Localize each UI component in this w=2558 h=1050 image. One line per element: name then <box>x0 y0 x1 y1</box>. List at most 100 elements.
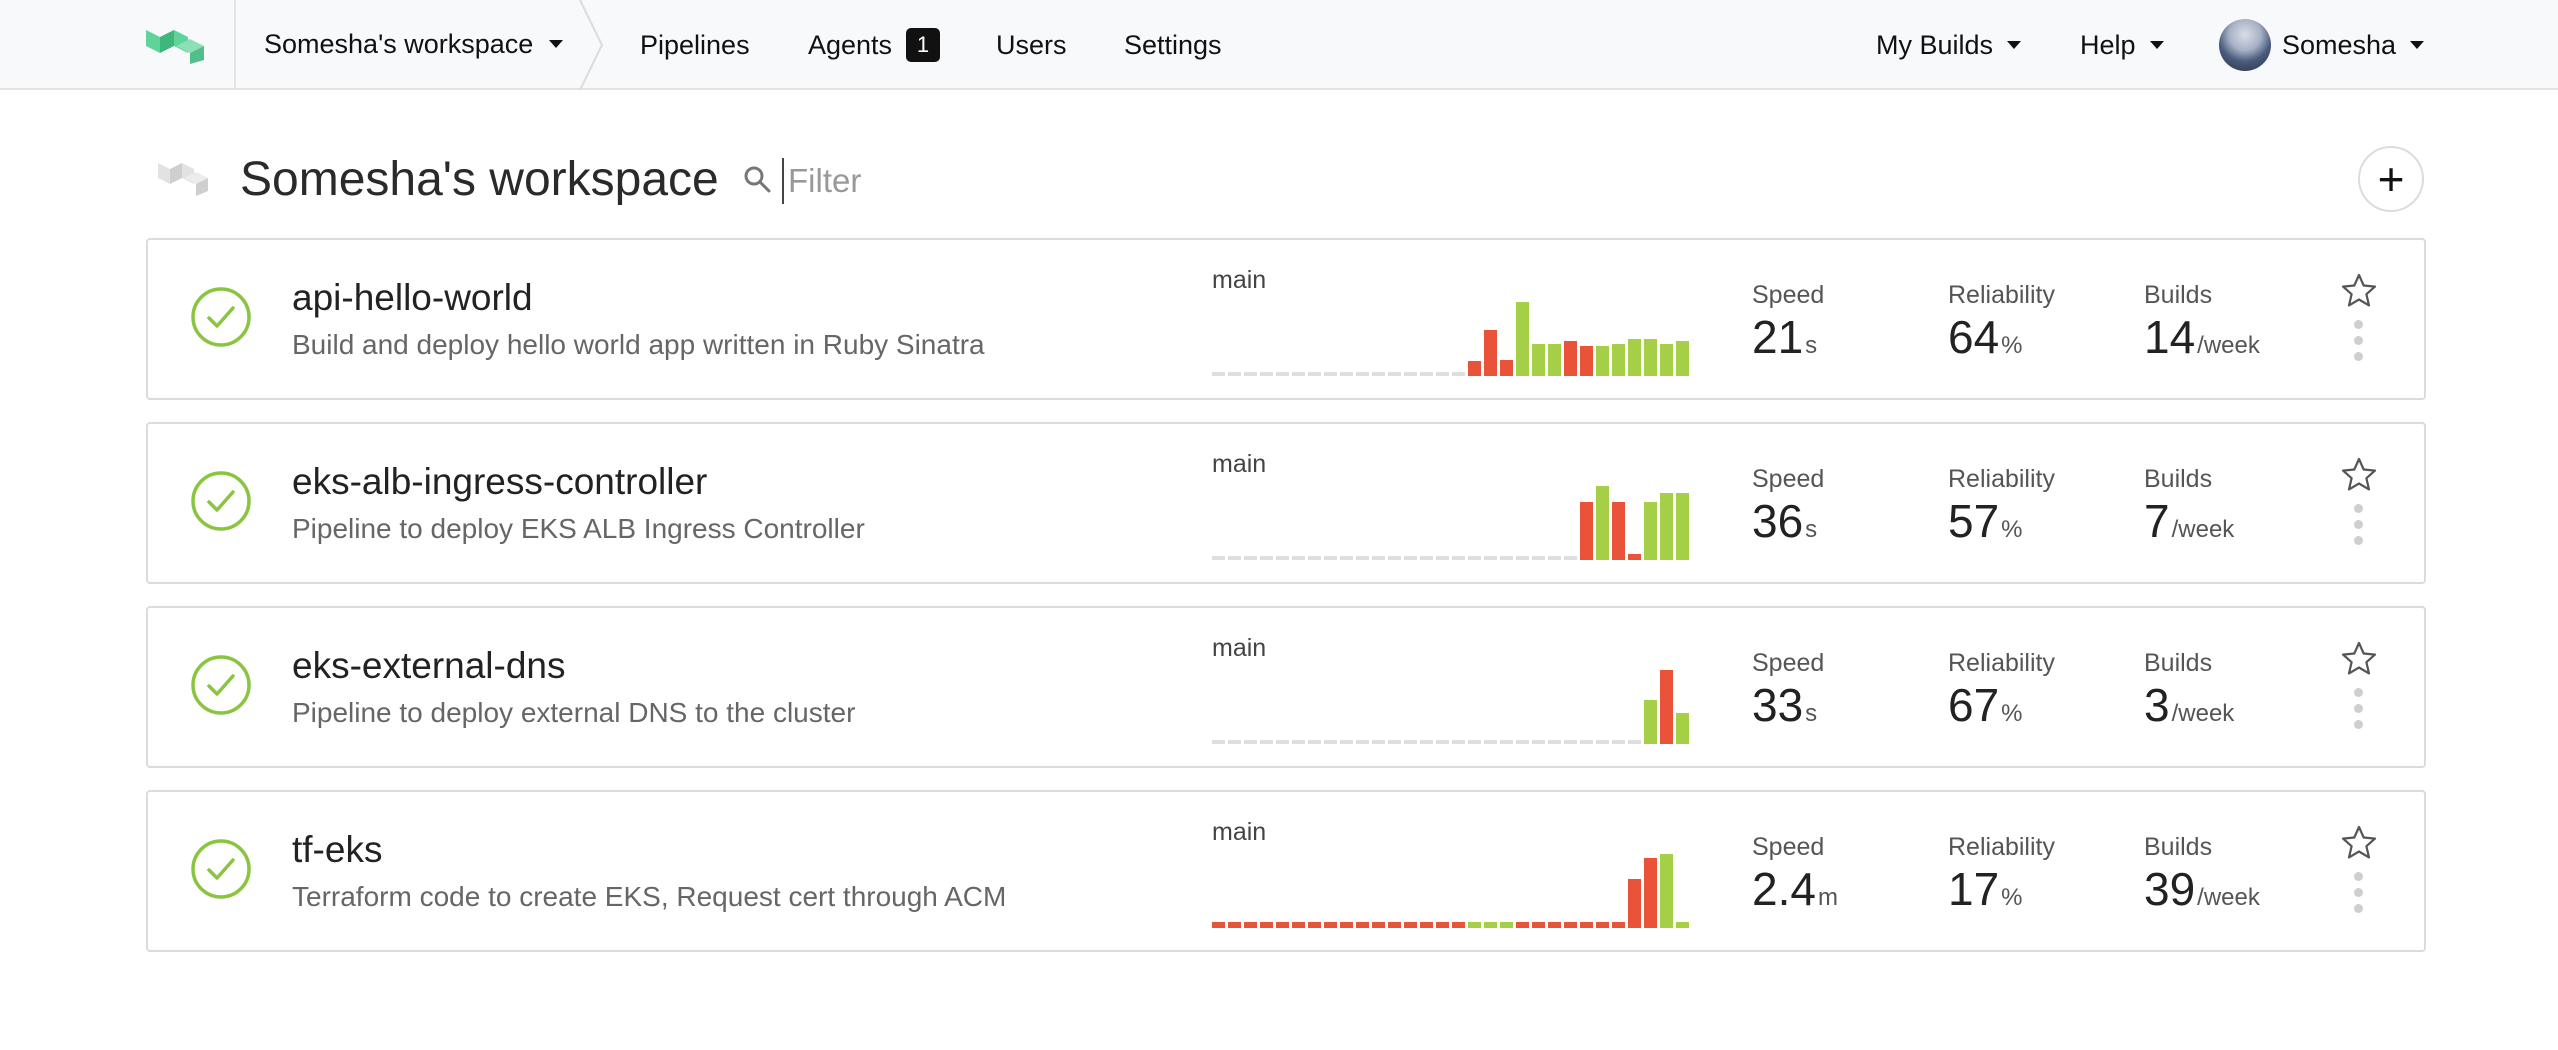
build-bar-empty[interactable] <box>1564 556 1577 560</box>
build-bar-empty[interactable] <box>1260 740 1273 744</box>
build-bar-failed[interactable] <box>1548 922 1561 928</box>
more-options-icon[interactable] <box>2350 872 2366 918</box>
build-bar-empty[interactable] <box>1612 740 1625 744</box>
build-bar-empty[interactable] <box>1340 372 1353 376</box>
build-bar-empty[interactable] <box>1388 372 1401 376</box>
build-bar-passed[interactable] <box>1660 344 1673 376</box>
build-bar-empty[interactable] <box>1468 740 1481 744</box>
build-bar-empty[interactable] <box>1484 740 1497 744</box>
build-bar-failed[interactable] <box>1564 341 1577 376</box>
build-bar-passed[interactable] <box>1612 344 1625 376</box>
build-bar-empty[interactable] <box>1212 556 1225 560</box>
build-bar-failed[interactable] <box>1532 922 1545 928</box>
build-bar-empty[interactable] <box>1324 740 1337 744</box>
pipeline-name[interactable]: api-hello-world <box>292 276 533 320</box>
user-menu[interactable]: Somesha <box>2282 28 2425 62</box>
build-bar-empty[interactable] <box>1388 740 1401 744</box>
build-bar-failed[interactable] <box>1212 922 1225 928</box>
build-bar-empty[interactable] <box>1388 556 1401 560</box>
help-menu[interactable]: Help <box>2080 28 2164 62</box>
build-bar-empty[interactable] <box>1548 740 1561 744</box>
build-bar-failed[interactable] <box>1356 922 1369 928</box>
build-history-graph[interactable] <box>1212 662 1692 746</box>
build-bar-empty[interactable] <box>1404 740 1417 744</box>
build-bar-failed[interactable] <box>1644 858 1657 928</box>
build-bar-empty[interactable] <box>1580 740 1593 744</box>
more-options-icon[interactable] <box>2350 320 2366 366</box>
build-bar-failed[interactable] <box>1516 922 1529 928</box>
filter-input[interactable] <box>782 158 1290 204</box>
build-history-graph[interactable] <box>1212 846 1692 930</box>
build-bar-empty[interactable] <box>1276 556 1289 560</box>
build-bar-failed[interactable] <box>1244 922 1257 928</box>
build-bar-empty[interactable] <box>1324 556 1337 560</box>
build-bar-passed[interactable] <box>1500 922 1513 928</box>
build-bar-empty[interactable] <box>1292 556 1305 560</box>
build-bar-empty[interactable] <box>1356 372 1369 376</box>
build-bar-empty[interactable] <box>1228 740 1241 744</box>
build-bar-empty[interactable] <box>1372 740 1385 744</box>
build-bar-empty[interactable] <box>1292 372 1305 376</box>
build-bar-failed[interactable] <box>1628 879 1641 928</box>
build-bar-passed[interactable] <box>1532 344 1545 376</box>
build-bar-empty[interactable] <box>1244 740 1257 744</box>
build-bar-failed[interactable] <box>1372 922 1385 928</box>
build-bar-empty[interactable] <box>1628 740 1641 744</box>
build-bar-empty[interactable] <box>1308 372 1321 376</box>
star-icon[interactable] <box>2340 272 2378 310</box>
star-icon[interactable] <box>2340 456 2378 494</box>
pipeline-name[interactable]: tf-eks <box>292 828 382 872</box>
build-bar-passed[interactable] <box>1660 854 1673 928</box>
build-bar-empty[interactable] <box>1324 372 1337 376</box>
nav-users[interactable]: Users <box>996 28 1067 62</box>
pipeline-card[interactable]: api-hello-world Build and deploy hello w… <box>146 238 2426 400</box>
build-bar-empty[interactable] <box>1436 740 1449 744</box>
build-bar-failed[interactable] <box>1580 502 1593 560</box>
build-bar-empty[interactable] <box>1468 556 1481 560</box>
build-history-graph[interactable] <box>1212 294 1692 378</box>
build-bar-failed[interactable] <box>1388 922 1401 928</box>
build-bar-empty[interactable] <box>1548 556 1561 560</box>
build-bar-empty[interactable] <box>1484 556 1497 560</box>
build-bar-failed[interactable] <box>1260 922 1273 928</box>
build-bar-empty[interactable] <box>1212 372 1225 376</box>
build-history-graph[interactable] <box>1212 478 1692 562</box>
build-bar-failed[interactable] <box>1596 922 1609 928</box>
build-bar-empty[interactable] <box>1244 556 1257 560</box>
build-bar-passed[interactable] <box>1516 302 1529 376</box>
build-bar-empty[interactable] <box>1372 556 1385 560</box>
build-bar-failed[interactable] <box>1228 922 1241 928</box>
build-bar-failed[interactable] <box>1612 502 1625 560</box>
build-bar-empty[interactable] <box>1532 740 1545 744</box>
build-bar-empty[interactable] <box>1340 556 1353 560</box>
more-options-icon[interactable] <box>2350 504 2366 550</box>
build-bar-failed[interactable] <box>1564 922 1577 928</box>
build-bar-empty[interactable] <box>1212 740 1225 744</box>
build-bar-failed[interactable] <box>1628 554 1641 560</box>
nav-settings[interactable]: Settings <box>1124 28 1222 62</box>
build-bar-passed[interactable] <box>1644 339 1657 376</box>
build-bar-passed[interactable] <box>1660 493 1673 560</box>
build-bar-empty[interactable] <box>1356 556 1369 560</box>
pipeline-card[interactable]: eks-alb-ingress-controller Pipeline to d… <box>146 422 2426 584</box>
build-bar-passed[interactable] <box>1548 344 1561 376</box>
build-bar-passed[interactable] <box>1676 713 1689 744</box>
build-bar-failed[interactable] <box>1436 922 1449 928</box>
pipeline-card[interactable]: tf-eks Terraform code to create EKS, Req… <box>146 790 2426 952</box>
build-bar-empty[interactable] <box>1356 740 1369 744</box>
build-bar-empty[interactable] <box>1308 556 1321 560</box>
star-icon[interactable] <box>2340 824 2378 862</box>
build-bar-failed[interactable] <box>1404 922 1417 928</box>
build-bar-failed[interactable] <box>1484 330 1497 376</box>
build-bar-empty[interactable] <box>1228 556 1241 560</box>
build-bar-empty[interactable] <box>1308 740 1321 744</box>
build-bar-empty[interactable] <box>1420 556 1433 560</box>
build-bar-passed[interactable] <box>1676 922 1689 928</box>
build-bar-failed[interactable] <box>1276 922 1289 928</box>
star-icon[interactable] <box>2340 640 2378 678</box>
build-bar-passed[interactable] <box>1596 486 1609 560</box>
build-bar-empty[interactable] <box>1420 740 1433 744</box>
buildkite-logo-icon[interactable] <box>146 26 206 64</box>
add-pipeline-button[interactable]: + <box>2358 146 2424 212</box>
build-bar-failed[interactable] <box>1500 360 1513 376</box>
